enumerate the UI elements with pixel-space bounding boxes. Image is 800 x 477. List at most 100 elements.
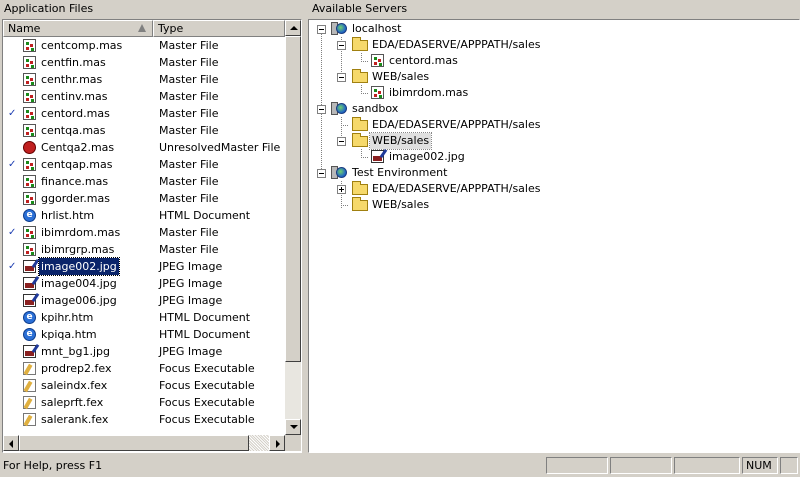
tree-node-folder[interactable]: WEB/sales: [333, 197, 633, 213]
tree-node-test-environment[interactable]: Test Environment: [313, 165, 613, 181]
tree-node-folder[interactable]: EDA/EDASERVE/APPPATH/sales: [333, 181, 633, 197]
status-panel: [780, 457, 798, 474]
file-name: centord.mas: [41, 107, 110, 120]
tree-line: [361, 149, 362, 157]
list-item[interactable]: image006.jpg JPEG Image: [3, 292, 285, 309]
collapse-icon[interactable]: [317, 25, 326, 34]
file-type: Master File: [159, 90, 219, 103]
list-item[interactable]: e hrlist.htm HTML Document: [3, 207, 285, 224]
list-item[interactable]: e kpiqa.htm HTML Document: [3, 326, 285, 343]
collapse-icon[interactable]: [337, 137, 346, 146]
list-item[interactable]: Centqa2.mas UnresolvedMaster File: [3, 139, 285, 156]
file-type: Master File: [159, 56, 219, 69]
server-icon: [331, 21, 347, 37]
tree-node-folder[interactable]: EDA/EDASERVE/APPPATH/sales: [333, 117, 633, 133]
file-type: Focus Executable: [159, 362, 255, 375]
file-name: kpihr.htm: [41, 311, 94, 324]
status-text: For Help, press F1: [3, 459, 103, 472]
list-item[interactable]: ✓ centqap.mas Master File: [3, 156, 285, 173]
server-icon: [331, 165, 347, 181]
master-file-icon: [23, 175, 36, 188]
list-item[interactable]: salerank.fex Focus Executable: [3, 411, 285, 428]
file-name: centfin.mas: [41, 56, 106, 69]
list-item[interactable]: finance.mas Master File: [3, 173, 285, 190]
file-name: centqa.mas: [41, 124, 106, 137]
tree-line: [361, 61, 369, 62]
folder-icon: [352, 117, 368, 131]
tree-node-localhost[interactable]: localhost: [313, 21, 613, 37]
list-item[interactable]: centfin.mas Master File: [3, 54, 285, 71]
list-item[interactable]: ✓ centord.mas Master File: [3, 105, 285, 122]
tree-node-sandbox[interactable]: sandbox: [313, 101, 613, 117]
file-name: centhr.mas: [41, 73, 103, 86]
focus-executable-icon: [23, 362, 36, 375]
horizontal-scrollbar[interactable]: [3, 435, 285, 451]
tree-node-label: localhost: [352, 22, 402, 35]
tree-node-label: EDA/EDASERVE/APPPATH/sales: [372, 182, 541, 195]
file-type: Master File: [159, 73, 219, 86]
tree-node-folder[interactable]: WEB/sales: [333, 69, 633, 85]
tree-node-label: EDA/EDASERVE/APPPATH/sales: [372, 38, 541, 51]
master-file-icon: [23, 124, 36, 137]
file-name: prodrep2.fex: [41, 362, 112, 375]
list-item[interactable]: ggorder.mas Master File: [3, 190, 285, 207]
collapse-icon[interactable]: [317, 105, 326, 114]
list-item[interactable]: e kpihr.htm HTML Document: [3, 309, 285, 326]
folder-icon: [352, 133, 368, 147]
tree-node-label: WEB/sales: [372, 70, 430, 83]
list-item[interactable]: saleprft.fex Focus Executable: [3, 394, 285, 411]
scroll-down-button[interactable]: [285, 419, 301, 435]
tree-node-file[interactable]: ibimrdom.mas: [369, 85, 669, 101]
collapse-icon[interactable]: [317, 169, 326, 178]
list-header: Name Type: [3, 20, 285, 37]
expand-icon[interactable]: [337, 185, 346, 194]
list-item[interactable]: ✓ ibimrdom.mas Master File: [3, 224, 285, 241]
collapse-icon[interactable]: [337, 73, 346, 82]
list-item[interactable]: ibimrgrp.mas Master File: [3, 241, 285, 258]
tree-node-label: sandbox: [352, 102, 399, 115]
list-item[interactable]: image004.jpg JPEG Image: [3, 275, 285, 292]
list-item[interactable]: centcomp.mas Master File: [3, 37, 285, 54]
list-item[interactable]: mnt_bg1.jpg JPEG Image: [3, 343, 285, 360]
list-item[interactable]: saleindx.fex Focus Executable: [3, 377, 285, 394]
file-name: ibimrgrp.mas: [41, 243, 115, 256]
list-item[interactable]: ✓ image002.jpg JPEG Image: [3, 257, 285, 276]
file-name: saleprft.fex: [41, 396, 104, 409]
tree-node-folder[interactable]: EDA/EDASERVE/APPPATH/sales: [333, 37, 633, 53]
list-item[interactable]: prodrep2.fex Focus Executable: [3, 360, 285, 377]
list-item[interactable]: centqa.mas Master File: [3, 122, 285, 139]
list-item[interactable]: centinv.mas Master File: [3, 88, 285, 105]
tree-node-label: EDA/EDASERVE/APPPATH/sales: [372, 118, 541, 131]
file-name: ibimrdom.mas: [41, 226, 121, 239]
collapse-icon[interactable]: [337, 41, 346, 50]
horizontal-scroll-thumb[interactable]: [19, 435, 249, 451]
column-header-type[interactable]: Type: [153, 20, 285, 37]
jpeg-image-icon: [23, 294, 36, 307]
file-type: JPEG Image: [159, 345, 223, 358]
master-file-icon: [23, 243, 36, 256]
jpeg-image-icon: [23, 345, 36, 358]
file-type: HTML Document: [159, 328, 251, 341]
master-file-icon: [23, 226, 36, 239]
focus-executable-icon: [23, 396, 36, 409]
available-servers-tree[interactable]: localhost EDA/EDASERVE/APPPATH/sales cen…: [308, 19, 800, 453]
master-file-icon: [371, 86, 384, 99]
file-type: JPEG Image: [159, 260, 223, 273]
folder-icon: [352, 181, 368, 195]
vertical-scroll-thumb[interactable]: [285, 36, 301, 362]
tree-node-label: ibimrdom.mas: [389, 86, 469, 99]
tree-node-file[interactable]: centord.mas: [369, 53, 669, 69]
scroll-up-button[interactable]: [285, 20, 301, 36]
application-files-list[interactable]: Name Type centcomp.mas Master File centfi…: [2, 19, 302, 453]
scroll-right-button[interactable]: [269, 435, 285, 451]
folder-icon: [352, 69, 368, 83]
scroll-left-button[interactable]: [3, 435, 19, 451]
column-header-name[interactable]: Name: [3, 20, 153, 37]
file-name: image004.jpg: [41, 277, 117, 290]
vertical-scrollbar[interactable]: [285, 20, 301, 435]
list-item[interactable]: centhr.mas Master File: [3, 71, 285, 88]
tree-node-file[interactable]: image002.jpg: [369, 149, 669, 165]
tree-node-folder-selected[interactable]: WEB/sales: [333, 132, 633, 150]
file-type: Focus Executable: [159, 413, 255, 426]
jpeg-image-icon: [23, 277, 36, 290]
